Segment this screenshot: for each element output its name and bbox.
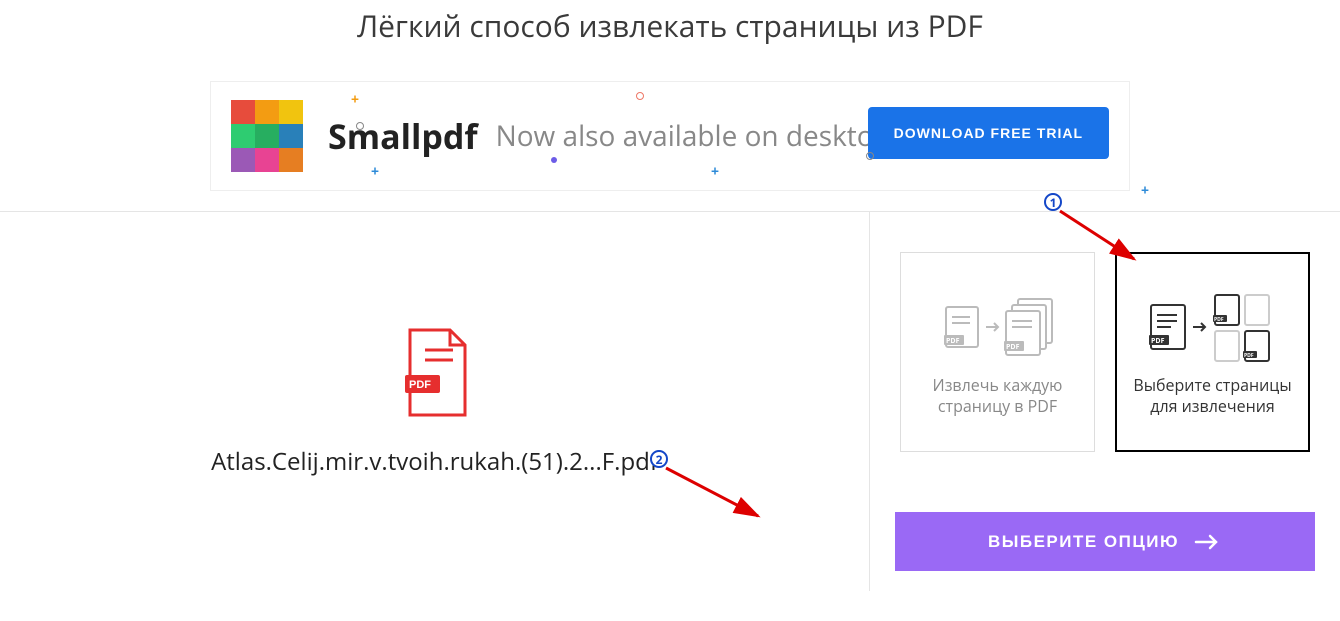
download-trial-button[interactable]: DOWNLOAD FREE TRIAL [868, 107, 1109, 159]
choose-button-label: ВЫБЕРИТЕ ОПЦИЮ [988, 532, 1179, 552]
decoration-plus-icon: + [1141, 181, 1149, 200]
svg-text:PDF: PDF [1006, 343, 1020, 352]
option-extract-all[interactable]: PDF PDF Извлечь каждую страницу в PDF [900, 252, 1095, 452]
main-panel: PDF Atlas.Celij.mir.v.tvoih.rukah.(51).2… [0, 211, 1340, 591]
select-pages-icon: PDF PDF PDF [1143, 287, 1283, 367]
file-name-label: Atlas.Celij.mir.v.tvoih.rukah.(51).2...F… [211, 445, 658, 478]
svg-text:PDF: PDF [1214, 317, 1224, 323]
decoration-circle-icon [356, 122, 364, 130]
svg-text:PDF: PDF [946, 337, 960, 346]
decoration-plus-icon: + [371, 162, 379, 181]
pdf-file-icon: PDF [395, 325, 475, 420]
page-title: Лёгкий способ извлекать страницы из PDF [0, 5, 1340, 46]
arrow-right-icon [1194, 532, 1222, 552]
svg-text:PDF: PDF [409, 379, 431, 391]
decoration-plus-icon: + [711, 162, 719, 181]
options-panel: PDF PDF Извлечь каждую страницу в PDF [870, 212, 1340, 591]
file-preview-panel: PDF Atlas.Celij.mir.v.tvoih.rukah.(51).2… [0, 212, 870, 591]
desktop-banner: Smallpdf Now also available on desktop D… [210, 81, 1130, 191]
option-label: Извлечь каждую страницу в PDF [911, 375, 1084, 417]
option-select-pages[interactable]: PDF PDF PDF Выберите страницы для извлеч… [1115, 252, 1310, 452]
decoration-plus-icon: + [351, 90, 359, 109]
annotation-step-2: 2 [650, 450, 668, 468]
option-label: Выберите страницы для извлечения [1127, 375, 1298, 417]
banner-subtitle: Now also available on desktop [496, 117, 891, 155]
decoration-dot-icon [551, 157, 557, 163]
extract-all-icon: PDF PDF [938, 287, 1058, 367]
svg-text:PDF: PDF [1244, 353, 1254, 359]
decoration-circle-icon [636, 92, 644, 100]
annotation-step-1: 1 [1044, 193, 1062, 211]
smallpdf-logo-icon [231, 100, 303, 172]
svg-text:PDF: PDF [1151, 337, 1165, 346]
choose-option-button[interactable]: ВЫБЕРИТЕ ОПЦИЮ [895, 512, 1315, 571]
decoration-circle-icon [866, 152, 874, 160]
banner-brand: Smallpdf [328, 113, 478, 159]
